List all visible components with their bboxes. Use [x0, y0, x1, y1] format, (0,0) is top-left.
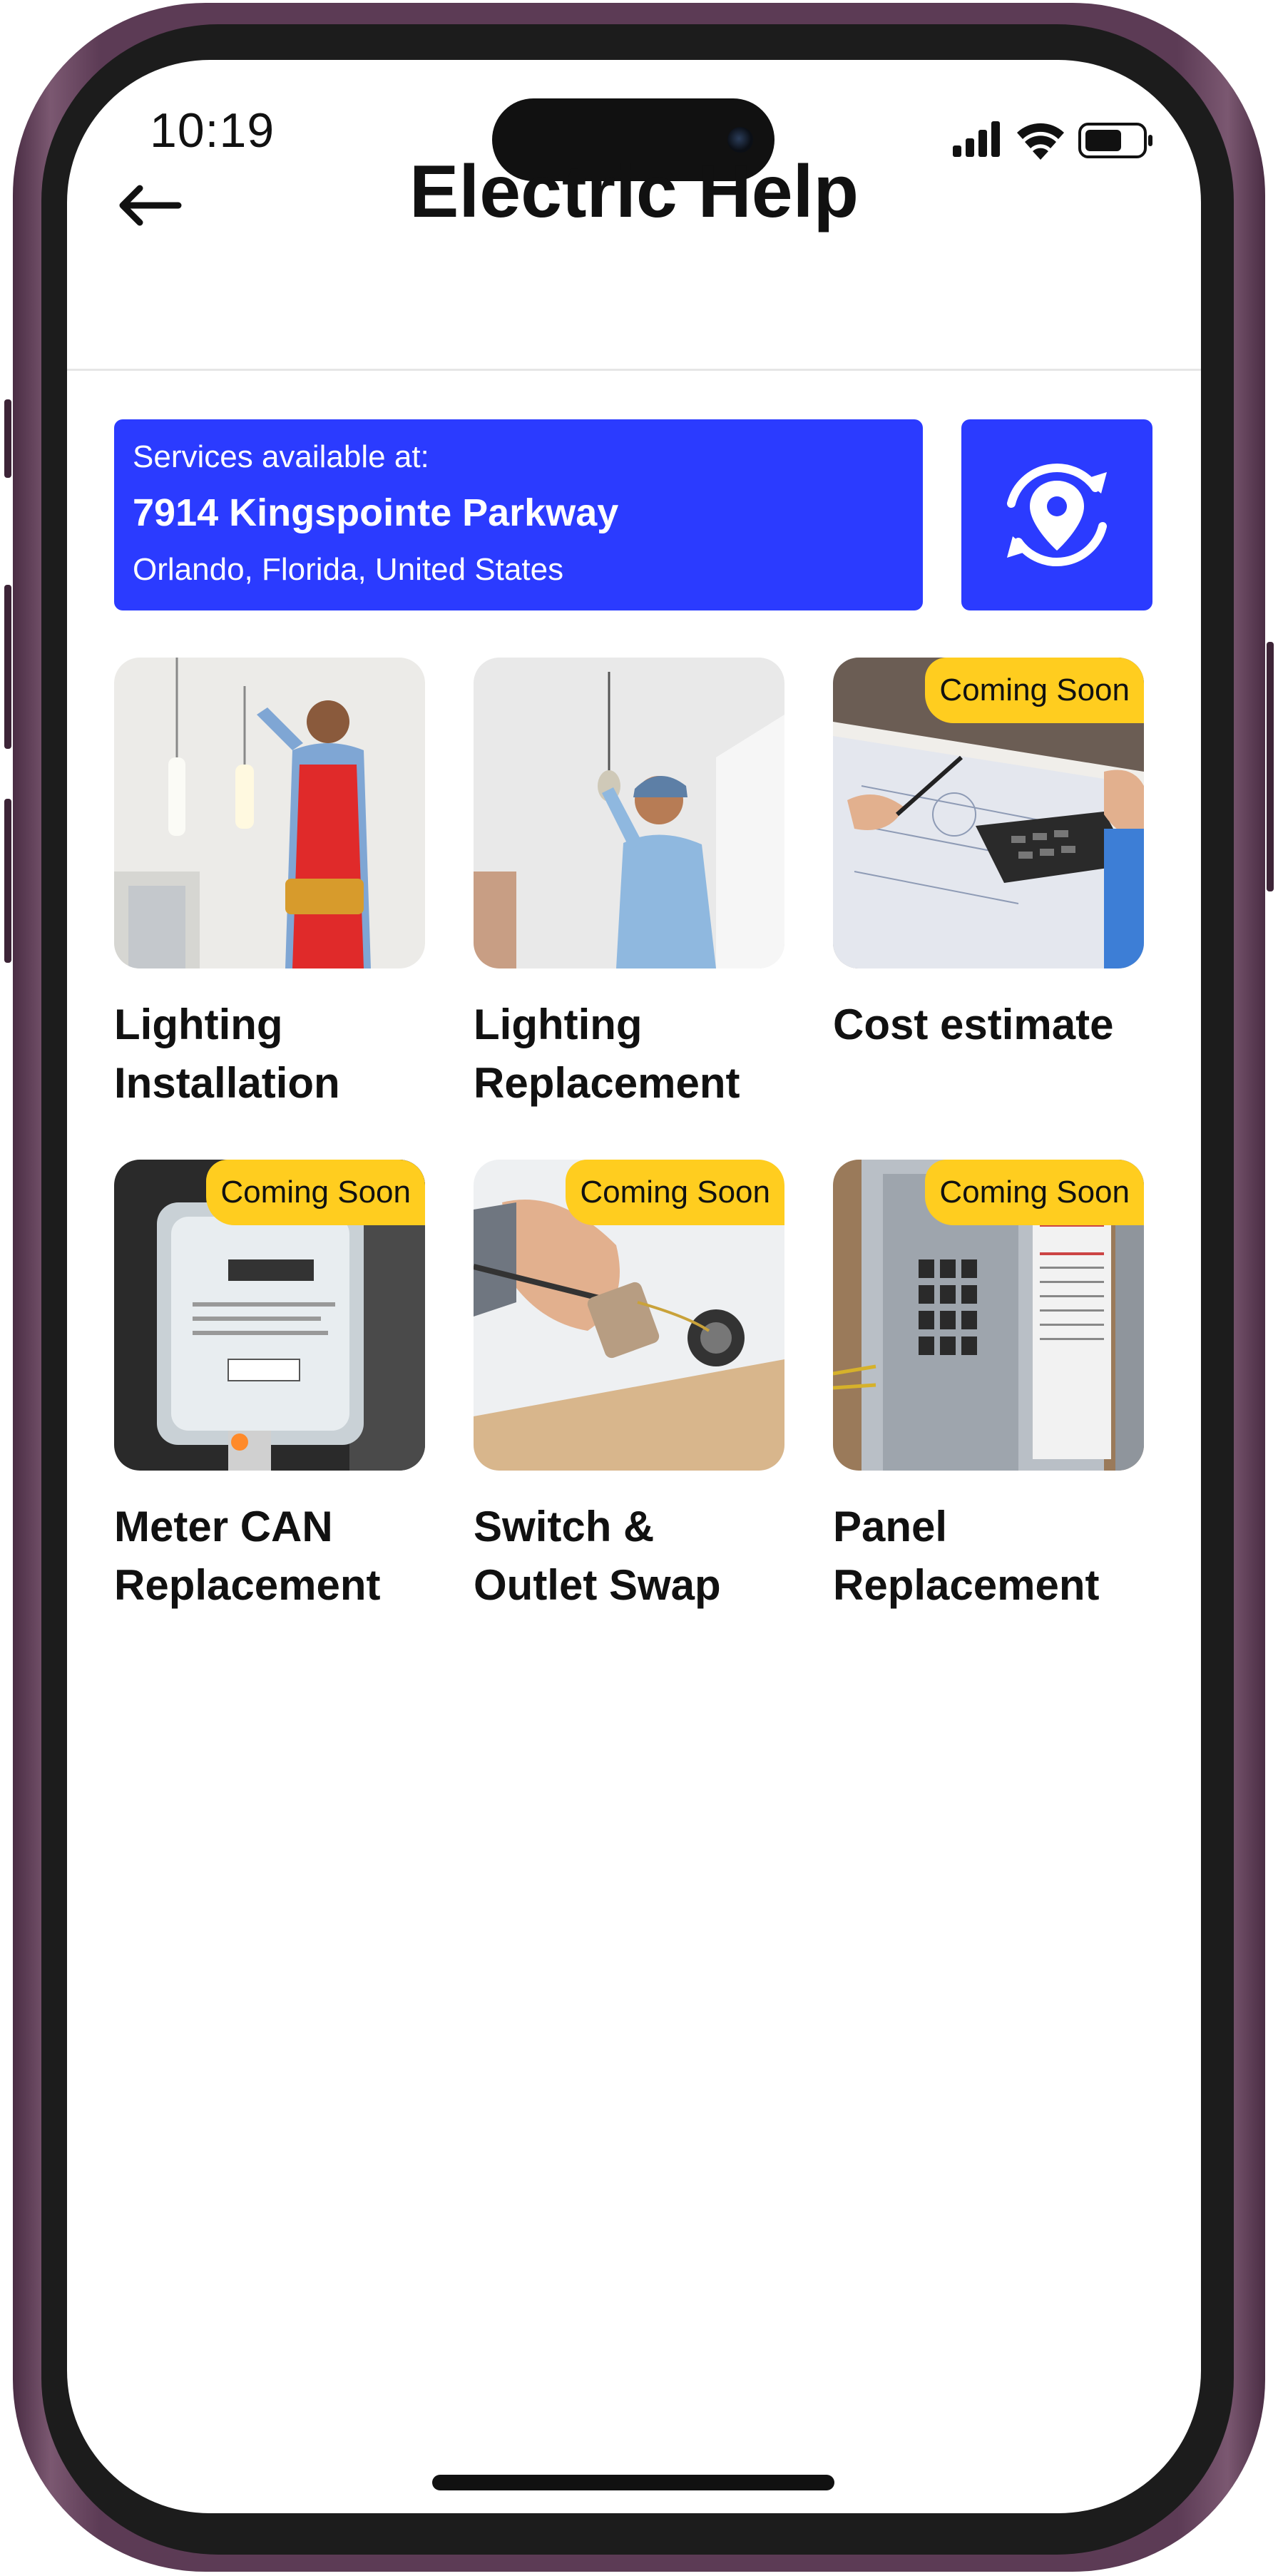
service-card-cost-estimate[interactable]: Coming Soon Cost estimate [833, 658, 1144, 1054]
service-title: Switch & Outlet Swap [474, 1503, 721, 1609]
camera-icon [727, 127, 753, 153]
location-label: Services available at: [133, 439, 429, 474]
page-title: Electric Help [409, 150, 859, 233]
mute-switch [4, 399, 11, 478]
service-title: Meter CAN Replacement [114, 1503, 381, 1609]
header: Electric Help [67, 150, 1201, 371]
service-card-switch-outlet-swap[interactable]: Coming Soon Switch & Outlet Swap [474, 1160, 784, 1615]
location-refresh-icon [1007, 464, 1107, 566]
service-card-lighting-installation[interactable]: Lighting Installation [114, 658, 425, 1113]
service-title: Cost estimate [833, 1001, 1114, 1048]
service-card-lighting-replacement[interactable]: Lighting Replacement [474, 658, 784, 1113]
service-title: Panel Replacement [833, 1503, 1100, 1609]
coming-soon-badge: Coming Soon [925, 658, 1144, 723]
service-image: Coming Soon [833, 658, 1144, 968]
service-title: Lighting Installation [114, 1001, 340, 1107]
service-image: Coming Soon [833, 1160, 1144, 1471]
coming-soon-badge: Coming Soon [566, 1160, 784, 1225]
volume-up-button [4, 585, 11, 749]
service-image [474, 658, 784, 968]
address-street: 7914 Kingspointe Parkway [133, 491, 619, 534]
service-card-panel-replacement[interactable]: Coming Soon Panel Replacement [833, 1160, 1144, 1615]
address-city: Orlando, Florida, United States [133, 552, 564, 587]
service-card-meter-can-replacement[interactable]: Coming Soon Meter CAN Replacement [114, 1160, 425, 1615]
location-card[interactable]: Services available at: 7914 Kingspointe … [114, 419, 923, 610]
service-image: Coming Soon [474, 1160, 784, 1471]
home-indicator[interactable] [432, 2475, 834, 2490]
service-image: Coming Soon [114, 1160, 425, 1471]
power-button [1267, 642, 1274, 891]
service-image [114, 658, 425, 968]
coming-soon-badge: Coming Soon [206, 1160, 425, 1225]
volume-down-button [4, 799, 11, 963]
service-title: Lighting Replacement [474, 1001, 740, 1107]
change-location-button[interactable] [961, 419, 1152, 610]
app-screen: 10:19 Electric Help Services available a… [67, 60, 1201, 2513]
coming-soon-badge: Coming Soon [925, 1160, 1144, 1225]
